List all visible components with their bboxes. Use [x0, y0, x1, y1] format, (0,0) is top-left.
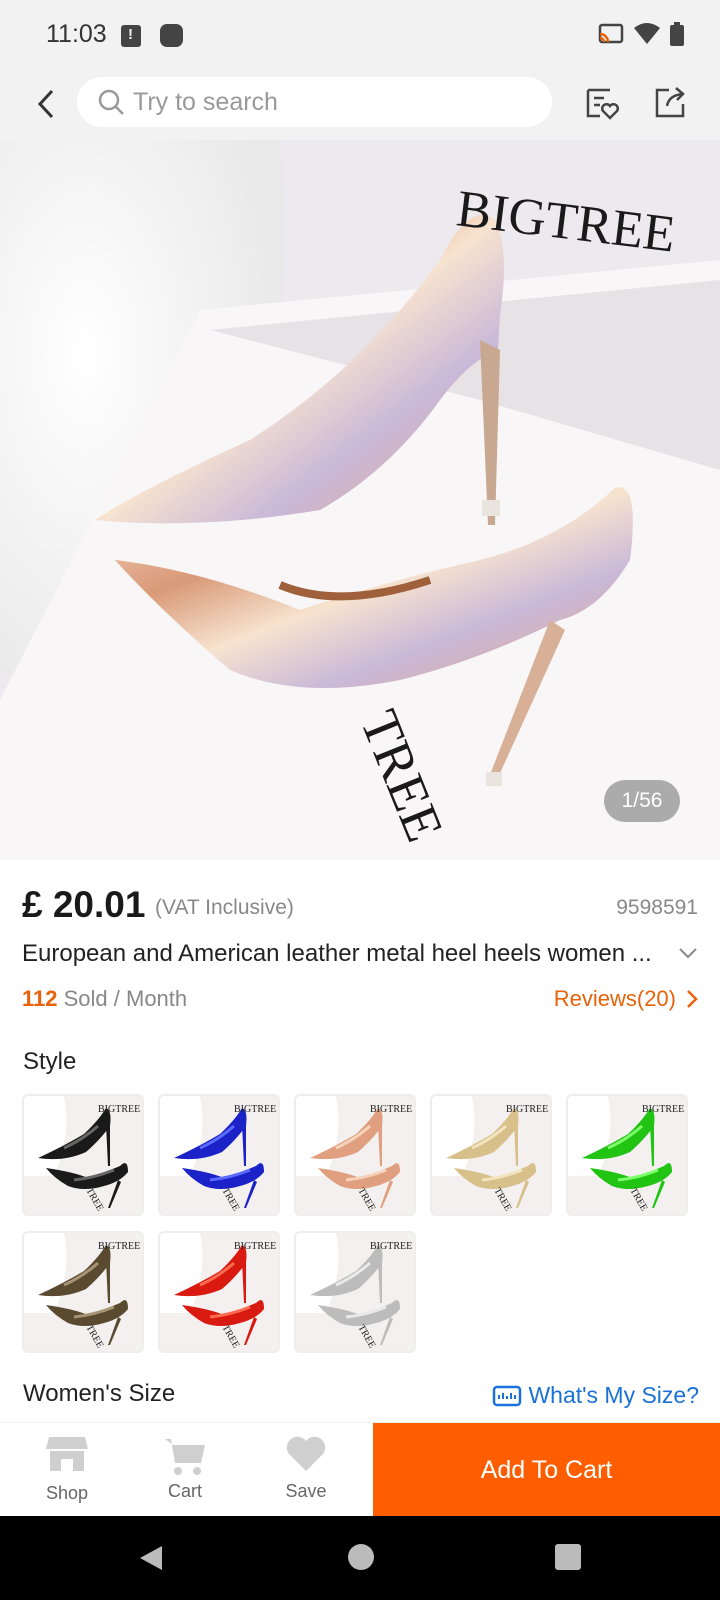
style-option-rose-gold[interactable]: BIGTREE TREE	[294, 1094, 416, 1216]
reviews-label: Reviews(20)	[553, 986, 676, 1011]
search-icon	[98, 89, 124, 115]
sold-count: 112	[22, 986, 58, 1011]
vat-note: (VAT Inclusive)	[155, 896, 294, 919]
style-option-blue[interactable]: BIGTREE TREE	[158, 1094, 280, 1216]
sold-label: Sold / Month	[63, 986, 188, 1011]
reviews-link[interactable]: Reviews(20)	[554, 986, 698, 1012]
search-input[interactable]: Try to search	[77, 77, 552, 127]
heart-icon	[286, 1436, 326, 1471]
chevron-down-icon	[679, 948, 697, 959]
size-section-title: Women's Size	[23, 1380, 176, 1407]
style-section-title: Style	[23, 1048, 77, 1075]
price: £ 20.01	[22, 884, 146, 925]
shop-icon	[46, 1437, 88, 1471]
size-guide-link[interactable]: What's My Size?	[492, 1382, 699, 1409]
chevron-left-icon	[37, 89, 54, 119]
battery-icon	[670, 22, 684, 46]
svg-text:BIGTREE: BIGTREE	[370, 1104, 412, 1115]
price-row: £ 20.01 (VAT Inclusive) 9598591	[22, 880, 698, 930]
svg-text:BIGTREE: BIGTREE	[234, 1241, 276, 1252]
status-time: 11:03	[46, 20, 107, 48]
product-id: 9598591	[616, 896, 698, 919]
style-option-bronze[interactable]: BIGTREE TREE	[22, 1231, 144, 1353]
svg-text:BIGTREE: BIGTREE	[98, 1241, 140, 1252]
system-nav-bar	[0, 1516, 720, 1600]
sim-alert-icon	[121, 25, 141, 47]
share-button[interactable]	[650, 83, 690, 123]
style-option-green[interactable]: BIGTREE TREE	[566, 1094, 688, 1216]
cast-icon	[598, 23, 624, 44]
style-option-gold[interactable]: BIGTREE TREE	[430, 1094, 552, 1216]
header: Try to search	[0, 70, 720, 140]
size-guide-label: What's My Size?	[528, 1382, 699, 1408]
save-button[interactable]: Save	[256, 1435, 356, 1502]
product-photo: BIGTREE TREE	[0, 140, 720, 860]
search-placeholder: Try to search	[133, 87, 278, 116]
back-button[interactable]	[26, 84, 66, 124]
style-option-red[interactable]: BIGTREE TREE	[158, 1231, 280, 1353]
image-counter: 1/56	[604, 780, 680, 822]
nav-back-icon[interactable]	[138, 1544, 164, 1572]
style-option-silver[interactable]: BIGTREE TREE	[294, 1231, 416, 1353]
svg-text:BIGTREE: BIGTREE	[642, 1104, 684, 1115]
svg-text:BIGTREE: BIGTREE	[370, 1241, 412, 1252]
shop-button[interactable]: Shop	[17, 1435, 117, 1504]
cart-button[interactable]: Cart	[135, 1435, 235, 1502]
svg-text:BIGTREE: BIGTREE	[506, 1104, 548, 1115]
wishlist-icon	[586, 88, 619, 120]
size-row: Women's Size What's My Size?	[23, 1380, 699, 1416]
ruler-icon	[493, 1385, 522, 1406]
chevron-right-icon	[687, 990, 698, 1008]
share-icon	[655, 87, 685, 118]
status-icons	[598, 22, 684, 46]
sales-row: 112 Sold / Month Reviews(20)	[22, 986, 698, 1022]
product-title: European and American leather metal heel…	[22, 940, 652, 967]
svg-text:BIGTREE: BIGTREE	[98, 1104, 140, 1115]
style-option-black[interactable]: BIGTREE TREE	[22, 1094, 144, 1216]
add-to-cart-button[interactable]: Add To Cart	[373, 1423, 720, 1517]
product-title-row[interactable]: European and American leather metal heel…	[22, 940, 698, 976]
nav-recents-icon[interactable]	[555, 1544, 581, 1570]
cart-label: Cart	[167, 1481, 202, 1501]
svg-text:BIGTREE: BIGTREE	[234, 1104, 276, 1115]
notification-icon	[160, 24, 183, 47]
product-image-carousel[interactable]: BIGTREE TREE 1/56	[0, 140, 720, 860]
bottom-action-bar: Shop Cart Save Add To Cart	[0, 1422, 720, 1517]
wifi-icon	[634, 23, 660, 44]
save-label: Save	[285, 1481, 327, 1501]
status-bar: 11:03	[0, 0, 720, 70]
cart-icon	[165, 1439, 205, 1475]
shop-label: Shop	[45, 1483, 89, 1503]
wishlist-button[interactable]	[582, 83, 622, 123]
nav-home-icon[interactable]	[348, 1544, 374, 1570]
